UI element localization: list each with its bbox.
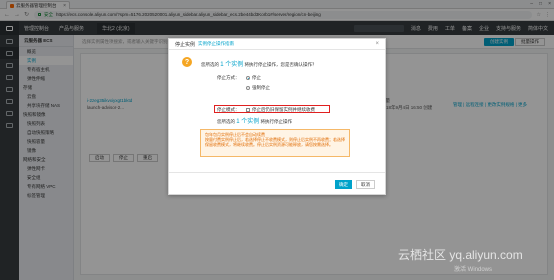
- confirm-suffix: 将执行停止操作，您是否确认操作？: [244, 62, 317, 67]
- stop-instance-dialog: 停止实例 实例停止操作指南 × ? 您所选的 1 个实例 将执行停止操作，您是否…: [168, 38, 386, 195]
- stop-radio-option[interactable]: 停止: [246, 75, 261, 81]
- radio-selected-icon: [246, 75, 250, 80]
- warning-icon: ?: [182, 57, 192, 67]
- os-activation-watermark: 激活 Windows: [454, 267, 493, 273]
- radio-unselected-icon: [246, 85, 250, 90]
- summary-suffix: 将执行停止操作: [260, 119, 293, 124]
- summary-count-link[interactable]: 1 个实例: [236, 119, 259, 125]
- dialog-close-icon[interactable]: ×: [375, 41, 379, 47]
- stop-mode-row-label: 停止模式：: [217, 107, 240, 112]
- confirm-prefix: 您所选的: [201, 62, 219, 67]
- confirm-button[interactable]: 确定: [335, 180, 352, 189]
- site-watermark: 云栖社区 yq.aliyun.com: [398, 248, 523, 262]
- help-link[interactable]: 实例停止操作指南: [198, 41, 234, 47]
- keep-billing-checkbox[interactable]: 停止后仍旧保留实例并继续收费: [246, 107, 315, 113]
- selected-count-link[interactable]: 1 个实例: [220, 62, 243, 68]
- billing-tip-box: 包年包月实例停止后不会自动续费 按量付费实例停止后，若选择停止不收费模式，则停止…: [200, 129, 350, 157]
- keep-billing-label: 停止后仍旧保留实例并继续收费: [252, 107, 315, 112]
- tip-body: 按量付费实例停止后，若选择停止不收费模式，则停止后实例不再收费；若选择保留收费模…: [205, 137, 345, 148]
- stop-mode-label: 停止方式：: [217, 75, 240, 80]
- stop-option-label: 停止: [252, 75, 261, 80]
- dialog-title: 停止实例: [175, 41, 196, 48]
- force-stop-option-label: 强制停止: [252, 85, 270, 90]
- dialog-footer: [169, 172, 385, 195]
- cancel-button[interactable]: 取消: [356, 180, 375, 189]
- dialog-header: 停止实例 实例停止操作指南 ×: [169, 39, 385, 50]
- checkbox-icon: [246, 107, 250, 112]
- confirm-message: 您所选的 1 个实例 将执行停止操作，您是否确认操作？: [201, 59, 317, 68]
- summary-prefix: 您所选的: [217, 119, 235, 124]
- summary-message: 您所选的 1 个实例 将执行停止操作: [217, 116, 292, 125]
- force-stop-radio-option[interactable]: 强制停止: [246, 85, 270, 91]
